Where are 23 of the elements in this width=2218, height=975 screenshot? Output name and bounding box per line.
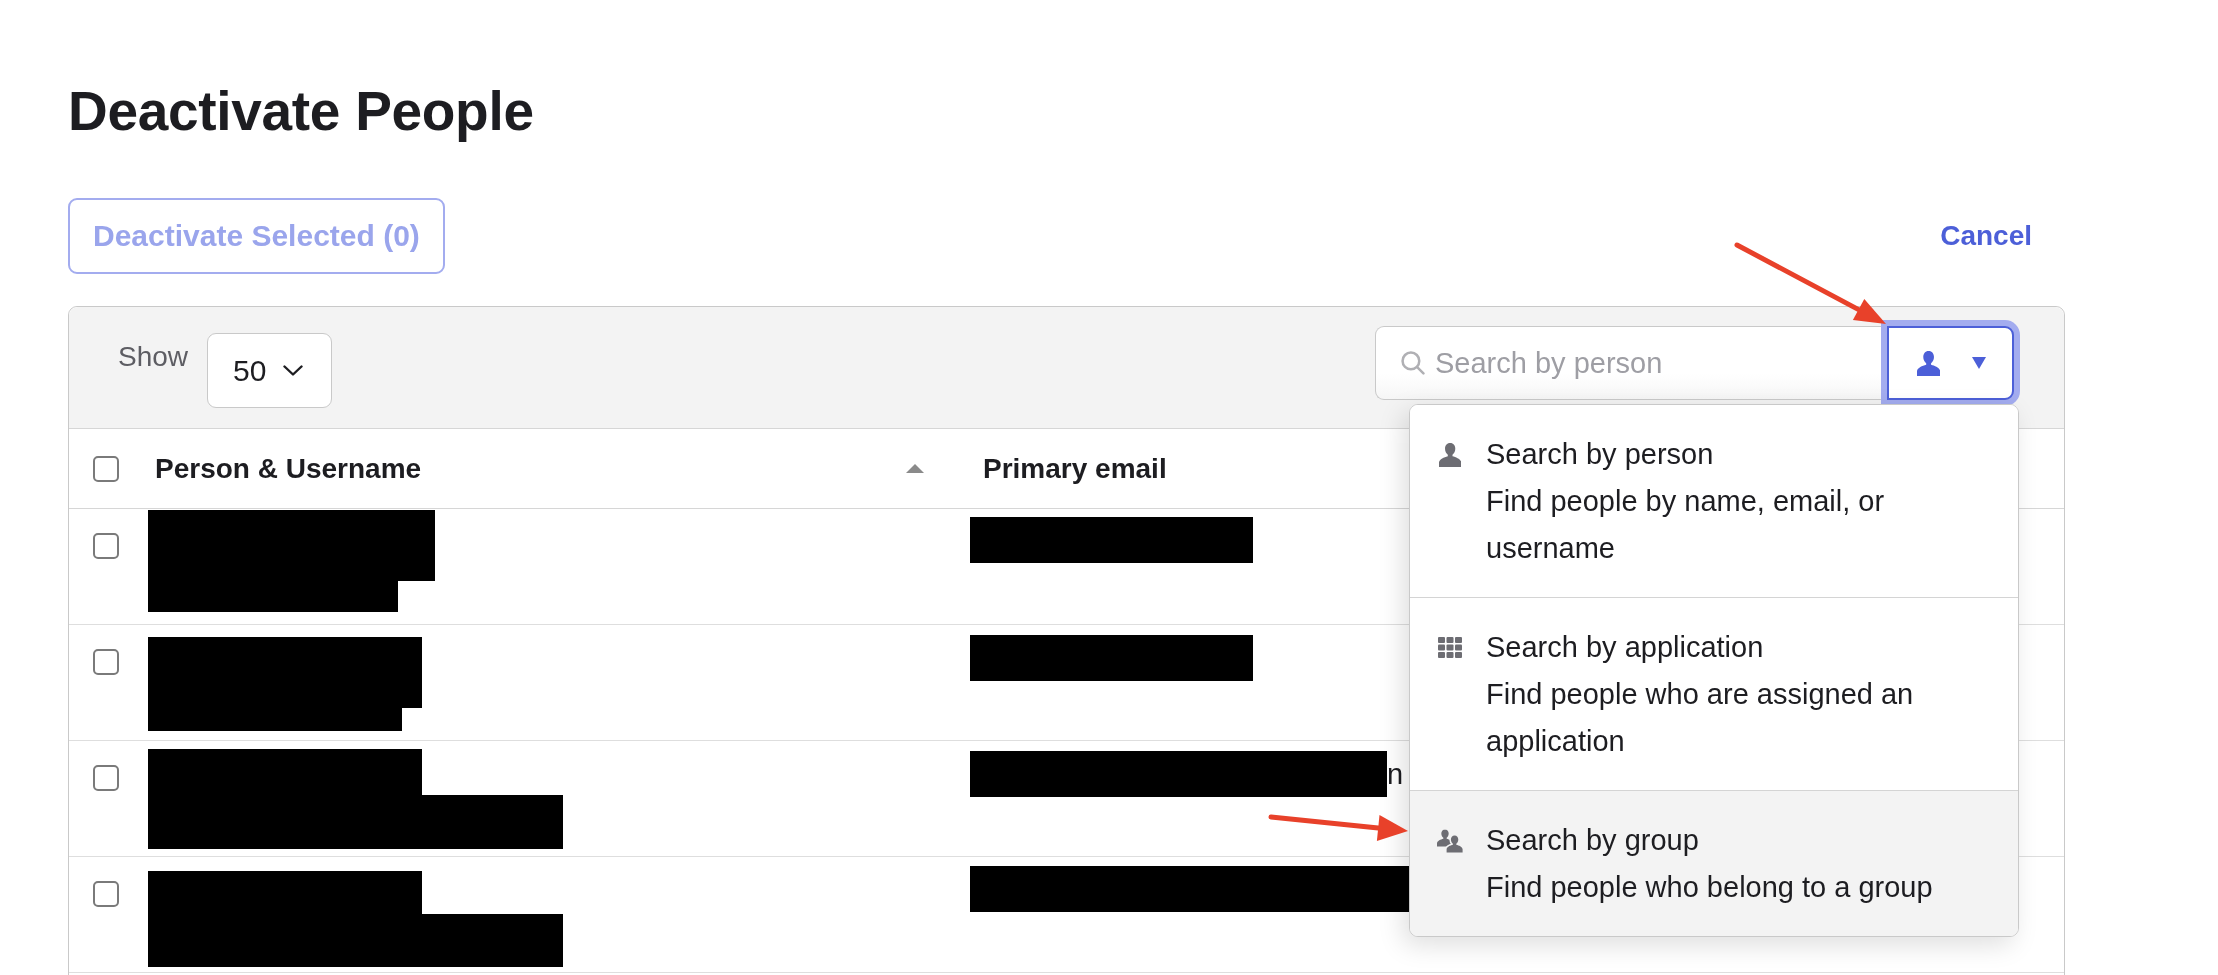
caret-down-icon xyxy=(1972,357,1986,369)
menu-item[interactable]: Search by group Find people who belong to a group xyxy=(1410,790,2018,936)
menu-item[interactable]: Search by person Find people by name, email, or username xyxy=(1410,405,2018,597)
chevron-down-icon xyxy=(283,365,304,376)
search-input[interactable]: Search by person xyxy=(1435,343,1881,383)
checkbox[interactable] xyxy=(93,533,119,559)
person-icon xyxy=(1917,350,1941,376)
group-icon xyxy=(1437,828,1463,853)
search-icon xyxy=(1401,351,1425,375)
email-text: n xyxy=(1387,757,1404,792)
show-label: Show xyxy=(118,340,189,374)
grid-icon xyxy=(1438,637,1462,658)
column-header[interactable]: Person & Username xyxy=(148,452,970,485)
person-icon xyxy=(1438,442,1462,467)
page-size-select[interactable]: 50 xyxy=(207,333,333,408)
checkbox[interactable] xyxy=(93,649,119,675)
checkbox[interactable] xyxy=(93,455,119,482)
menu-item[interactable]: Search by application Find people who are assigned an application xyxy=(1410,597,2018,790)
checkbox[interactable] xyxy=(93,765,119,791)
checkbox[interactable] xyxy=(93,881,119,907)
page-title: Deactivate People xyxy=(68,79,534,143)
cancel-link[interactable]: Cancel xyxy=(1940,220,2032,252)
search-field[interactable]: Search by person xyxy=(1375,326,1881,400)
